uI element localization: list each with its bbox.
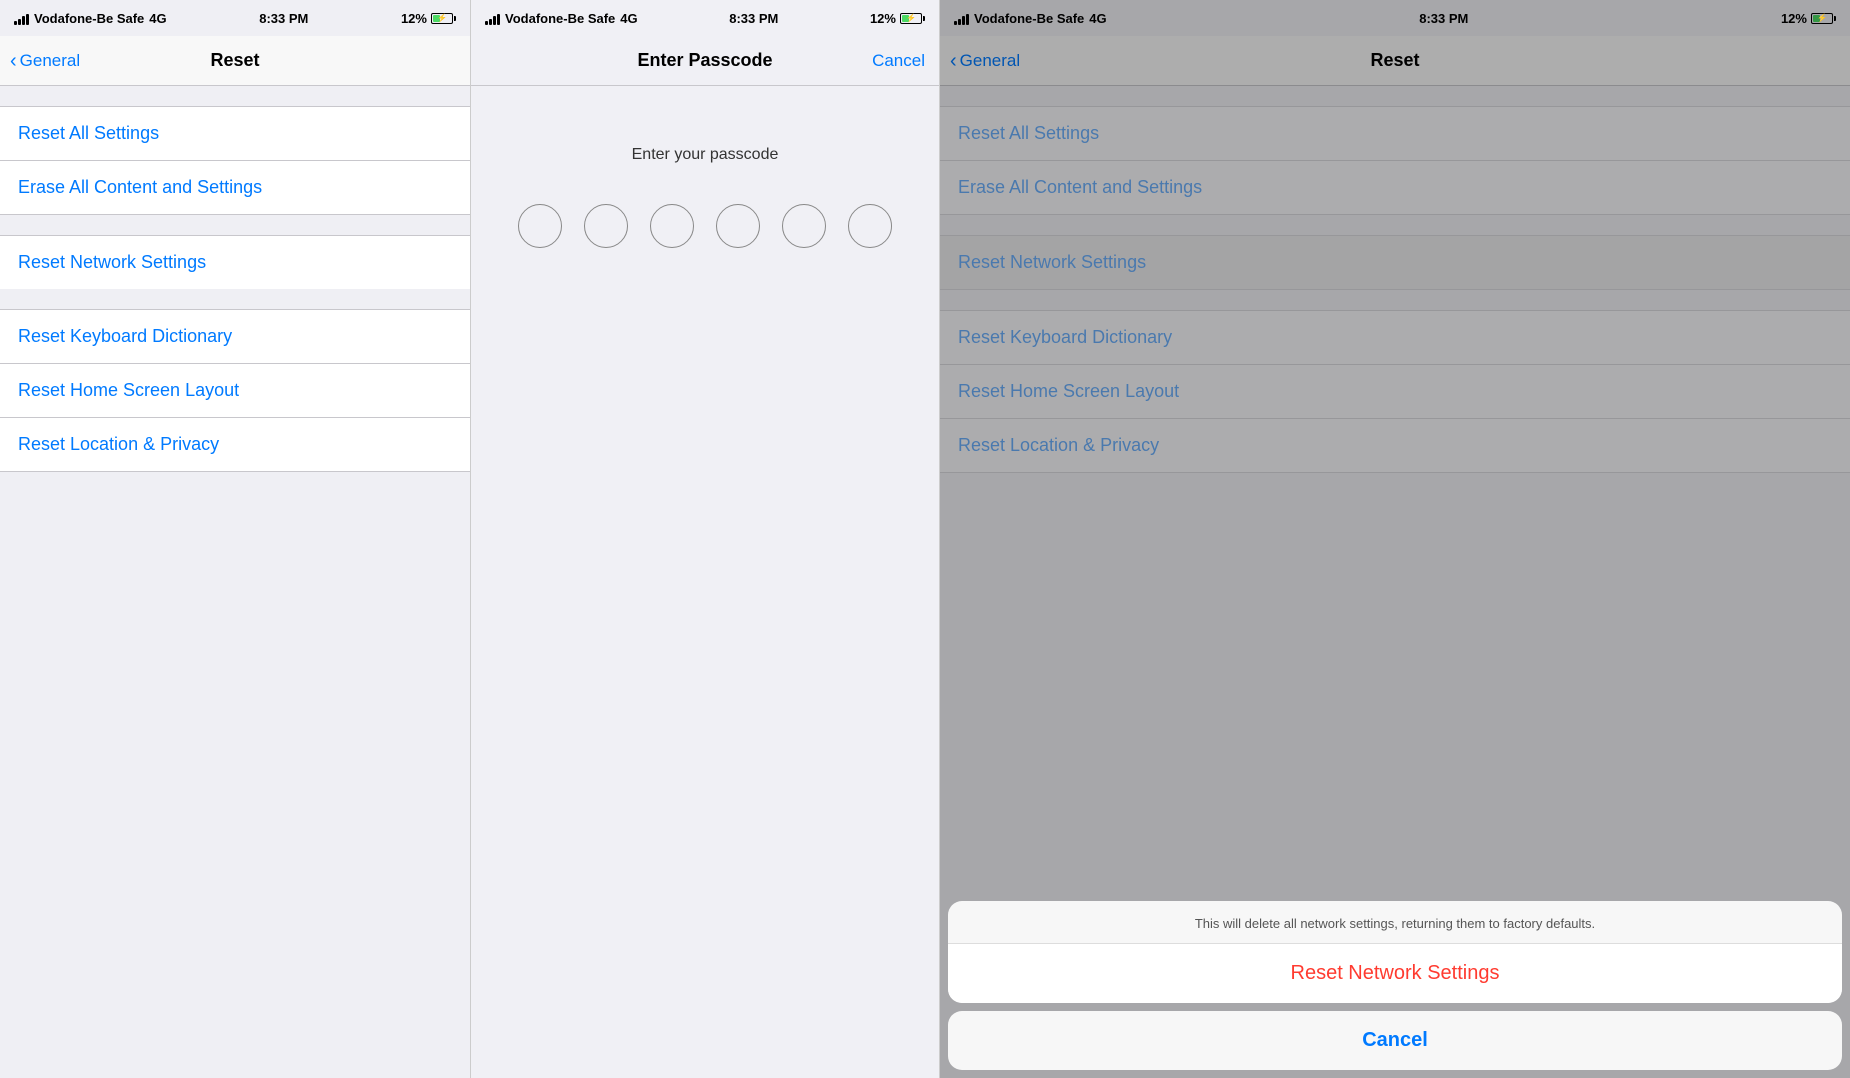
right-lightning: ⚡ [1817,14,1827,23]
left-item-reset-network-settings[interactable]: Reset Network Settings [0,235,470,289]
action-sheet-cancel-button[interactable]: Cancel [948,1011,1842,1070]
bar3 [493,16,496,25]
bar4 [497,14,500,25]
left-list: Reset All Settings Erase All Content and… [0,106,470,472]
action-sheet-message: This will delete all network settings, r… [948,901,1842,944]
center-battery-body: ⚡ [900,13,922,24]
left-battery-body: ⚡ [431,13,453,24]
center-battery-icon: ⚡ [900,13,925,24]
passcode-dot-5 [782,204,826,248]
action-sheet-group: This will delete all network settings, r… [948,901,1842,1003]
center-nav-title: Enter Passcode [637,50,772,71]
bar1 [14,21,17,25]
right-panel: Vodafone-Be Safe 4G 8:33 PM 12% ⚡ ‹ Gene… [940,0,1850,1078]
left-battery-icon: ⚡ [431,13,456,24]
passcode-container: Enter your passcode [471,86,939,1078]
center-status-right: 12% ⚡ [870,11,925,26]
center-panel: Vodafone-Be Safe 4G 8:33 PM 12% ⚡ Enter … [470,0,940,1078]
left-status-right: 12% ⚡ [401,11,456,26]
left-section-gap-2 [0,289,470,309]
passcode-dot-3 [650,204,694,248]
action-sheet-overlay: This will delete all network settings, r… [940,0,1850,1078]
bar4 [26,14,29,25]
left-item-erase-all-content[interactable]: Erase All Content and Settings [0,161,470,215]
left-lightning: ⚡ [437,14,447,23]
bar1 [485,21,488,25]
left-battery-tip [454,16,456,21]
left-signal-bars [14,12,29,25]
left-item-reset-all-settings[interactable]: Reset All Settings [0,106,470,161]
center-time: 8:33 PM [729,11,778,26]
left-item-reset-home-screen-layout[interactable]: Reset Home Screen Layout [0,364,470,418]
center-status-left: Vodafone-Be Safe 4G [485,11,638,26]
bar2 [18,19,21,25]
left-time: 8:33 PM [259,11,308,26]
left-panel: Vodafone-Be Safe 4G 8:33 PM 12% ⚡ ‹ Gene… [0,0,470,1078]
left-back-button[interactable]: ‹ General [10,51,80,71]
passcode-dot-4 [716,204,760,248]
left-nav-title: Reset [210,50,259,71]
left-back-label: General [20,51,80,71]
left-carrier: Vodafone-Be Safe [34,11,144,26]
left-network: 4G [149,11,166,26]
bar3 [22,16,25,25]
passcode-dot-6 [848,204,892,248]
passcode-dot-1 [518,204,562,248]
center-status-bar: Vodafone-Be Safe 4G 8:33 PM 12% ⚡ [471,0,939,36]
left-back-arrow: ‹ [10,51,17,71]
center-lightning: ⚡ [906,14,916,23]
left-section-gap-1 [0,215,470,235]
left-status-bar: Vodafone-Be Safe 4G 8:33 PM 12% ⚡ [0,0,470,36]
center-signal-bars [485,12,500,25]
left-item-reset-location-privacy[interactable]: Reset Location & Privacy [0,418,470,472]
left-status-left: Vodafone-Be Safe 4G [14,11,167,26]
center-carrier: Vodafone-Be Safe [505,11,615,26]
center-battery-tip [923,16,925,21]
left-item-reset-keyboard-dictionary[interactable]: Reset Keyboard Dictionary [0,309,470,364]
center-network: 4G [620,11,637,26]
passcode-prompt: Enter your passcode [632,146,779,164]
passcode-dots [518,204,892,248]
action-sheet-confirm-button[interactable]: Reset Network Settings [948,944,1842,1003]
center-nav-bar: Enter Passcode Cancel [471,36,939,86]
center-cancel-button[interactable]: Cancel [872,51,925,71]
passcode-dot-2 [584,204,628,248]
center-battery-pct: 12% [870,11,896,26]
action-sheet: This will delete all network settings, r… [940,901,1850,1078]
left-battery-pct: 12% [401,11,427,26]
bar2 [489,19,492,25]
left-nav-bar: ‹ General Reset [0,36,470,86]
